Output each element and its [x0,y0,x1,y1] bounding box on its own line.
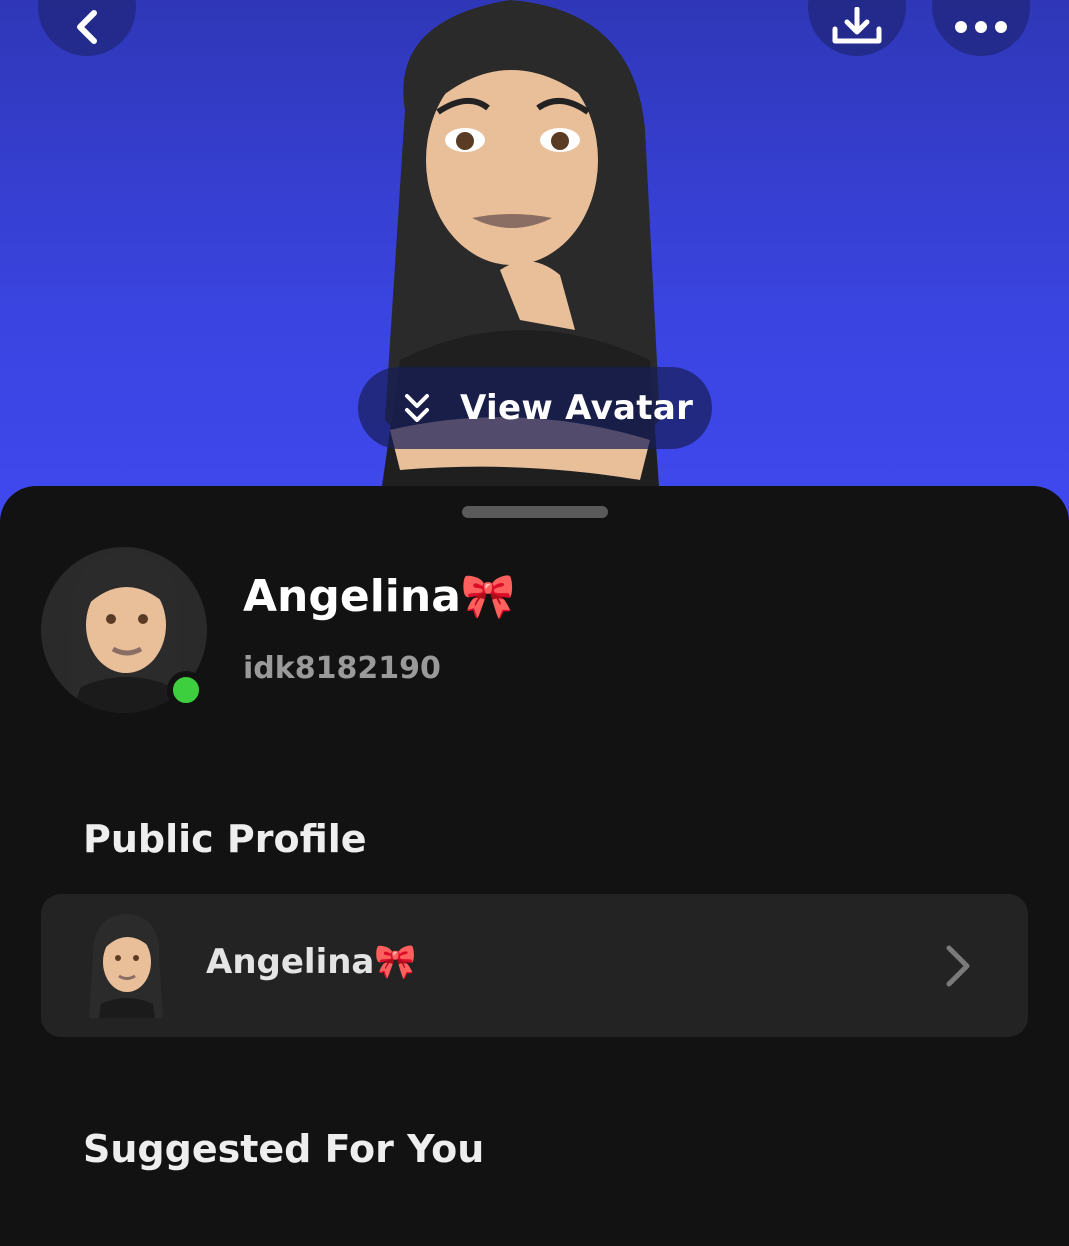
online-status-indicator [167,671,205,709]
share-button[interactable] [808,0,906,56]
display-name: Angelina🎀 [243,571,516,622]
public-profile-card[interactable]: Angelina🎀 [41,894,1028,1037]
suggested-heading: Suggested For You [83,1127,485,1171]
back-button[interactable] [38,0,136,56]
view-avatar-label: View Avatar [460,388,694,428]
ellipsis-icon [955,21,1007,33]
more-button[interactable] [932,0,1030,56]
chevron-right-icon [946,945,970,987]
profile-header: View Avatar [0,0,1069,520]
sheet-grabber[interactable] [462,506,608,518]
download-icon [832,7,882,44]
bitmoji-avatar-icon [89,914,163,1018]
public-profile-name: Angelina🎀 [206,942,417,982]
chevron-left-icon [77,10,97,44]
public-profile-heading: Public Profile [83,817,367,861]
username: idk8182190 [243,651,441,686]
profile-sheet: Angelina🎀 idk8182190 Public Profile Ange… [0,486,1069,1246]
double-chevron-down-icon [405,394,429,422]
view-avatar-button[interactable]: View Avatar [358,367,712,449]
